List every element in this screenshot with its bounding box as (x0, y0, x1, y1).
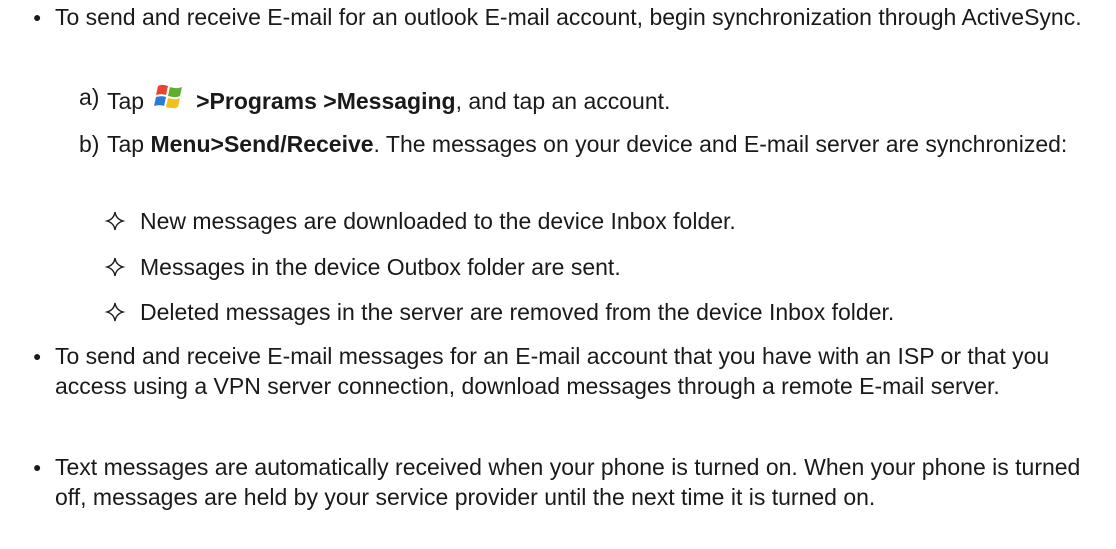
bullet-text: Text messages are automatically received… (55, 454, 1081, 510)
bullet-icon: ● (33, 348, 42, 364)
sync-result-item: Deleted messages in the server are remov… (104, 297, 1104, 327)
bullet-icon: ● (33, 459, 42, 475)
step-rest: , and tap an account. (455, 88, 671, 114)
list-item: ● To send and receive E-mail messages fo… (33, 341, 1105, 401)
list-item: ● Text messages are automatically receiv… (33, 452, 1105, 512)
list-item: ● To send and receive E-mail for an outl… (33, 2, 1105, 32)
step-path: Menu>Send/Receive (150, 131, 374, 157)
bullet-text: To send and receive E-mail messages for … (55, 343, 1050, 399)
step-text: Tap Menu>Send/Receive. The messages on y… (107, 129, 1109, 159)
star-outline-icon (104, 302, 126, 322)
bullet-icon: ● (33, 9, 42, 25)
windows-start-icon (152, 82, 186, 112)
step-marker: a) (79, 84, 100, 110)
sync-result-item: Messages in the device Outbox folder are… (104, 252, 1104, 282)
sync-result-text: Messages in the device Outbox folder are… (140, 254, 621, 280)
manual-page: ● To send and receive E-mail for an outl… (0, 0, 1116, 549)
bullet-text: To send and receive E-mail for an outloo… (55, 4, 1082, 30)
sync-result-text: Deleted messages in the server are remov… (140, 299, 895, 325)
step-tap-label: Tap (107, 88, 145, 114)
step-a: a) Tap >Programs >Messaging, and tap an … (79, 82, 1109, 116)
star-outline-icon (104, 257, 126, 277)
step-text: Tap >Programs >Messaging, and tap an acc… (107, 82, 1109, 116)
sync-result-item: New messages are downloaded to the devic… (104, 206, 1104, 236)
step-b: b) Tap Menu>Send/Receive. The messages o… (79, 129, 1109, 159)
step-path: >Programs >Messaging (196, 88, 456, 114)
step-marker: b) (79, 131, 100, 157)
step-tap-label: Tap (107, 131, 151, 157)
star-outline-icon (104, 211, 126, 231)
sync-result-text: New messages are downloaded to the devic… (140, 208, 736, 234)
step-rest: . The messages on your device and E-mail… (373, 131, 1068, 157)
